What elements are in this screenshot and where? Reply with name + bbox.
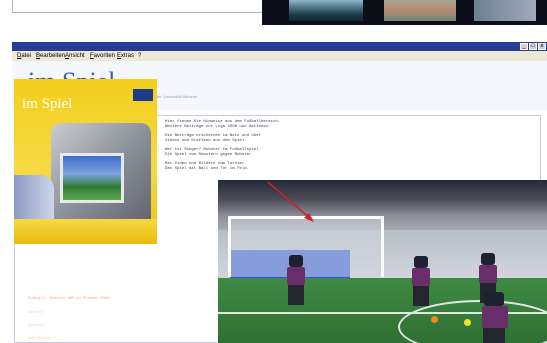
menu-favoriten[interactable]: Favoriten xyxy=(90,51,115,61)
minimize-icon[interactable]: _ xyxy=(520,43,528,50)
article-line: Weitere Beiträge zur Liga 2006 und Aktio… xyxy=(165,125,271,129)
cover-bottom-strip xyxy=(14,219,157,244)
article-line: Das Spiel mit Ball und Tor im Feld. xyxy=(165,167,250,171)
article-link[interactable]: Impressum xyxy=(28,337,50,342)
title-bar[interactable]: _ □ x xyxy=(12,42,547,51)
menu-extras[interactable]: Extras xyxy=(117,51,134,61)
article-link[interactable]: Fußball: Roboter-WM in Bremen 2006 xyxy=(28,297,110,302)
article-line: Ein Spiel von Robotern gegen Roboter. xyxy=(165,153,254,157)
article-link[interactable]: Kontakt xyxy=(28,324,45,329)
background-window xyxy=(0,0,547,26)
field-thumbnail[interactable] xyxy=(384,0,456,21)
menu-ansicht[interactable]: Ansicht xyxy=(65,51,85,61)
article-link[interactable]: Archiv xyxy=(28,311,42,316)
robot-player xyxy=(285,255,307,305)
stadium-thumbnail[interactable] xyxy=(289,0,363,21)
menu-bar: Datei Bearbeiten Ansicht Favoriten Extra… xyxy=(12,51,547,61)
arrow-annotation-icon xyxy=(267,181,314,222)
menu-datei[interactable]: Datei xyxy=(17,51,31,61)
menu-bearbeiten[interactable]: Bearbeiten xyxy=(36,51,65,61)
camcorder-screen xyxy=(60,153,124,203)
crowd-thumbnail[interactable] xyxy=(474,0,536,21)
field-marker xyxy=(464,319,471,326)
robot-player xyxy=(410,256,432,306)
maximize-icon[interactable]: □ xyxy=(529,43,537,50)
robot-player xyxy=(480,292,510,343)
cover-badge xyxy=(133,89,153,101)
background-window-frame xyxy=(12,0,263,13)
menu-help[interactable]: ? xyxy=(138,51,141,61)
article-line: Videos und Grafiken aus dem Spiel. xyxy=(165,139,247,143)
cover-title: im Spiel xyxy=(22,96,73,112)
close-icon[interactable]: x xyxy=(538,43,546,50)
background-thumbnail-strip xyxy=(262,0,547,25)
magazine-cover-image[interactable]: im Spiel xyxy=(14,79,157,244)
soccer-ball xyxy=(431,316,438,323)
